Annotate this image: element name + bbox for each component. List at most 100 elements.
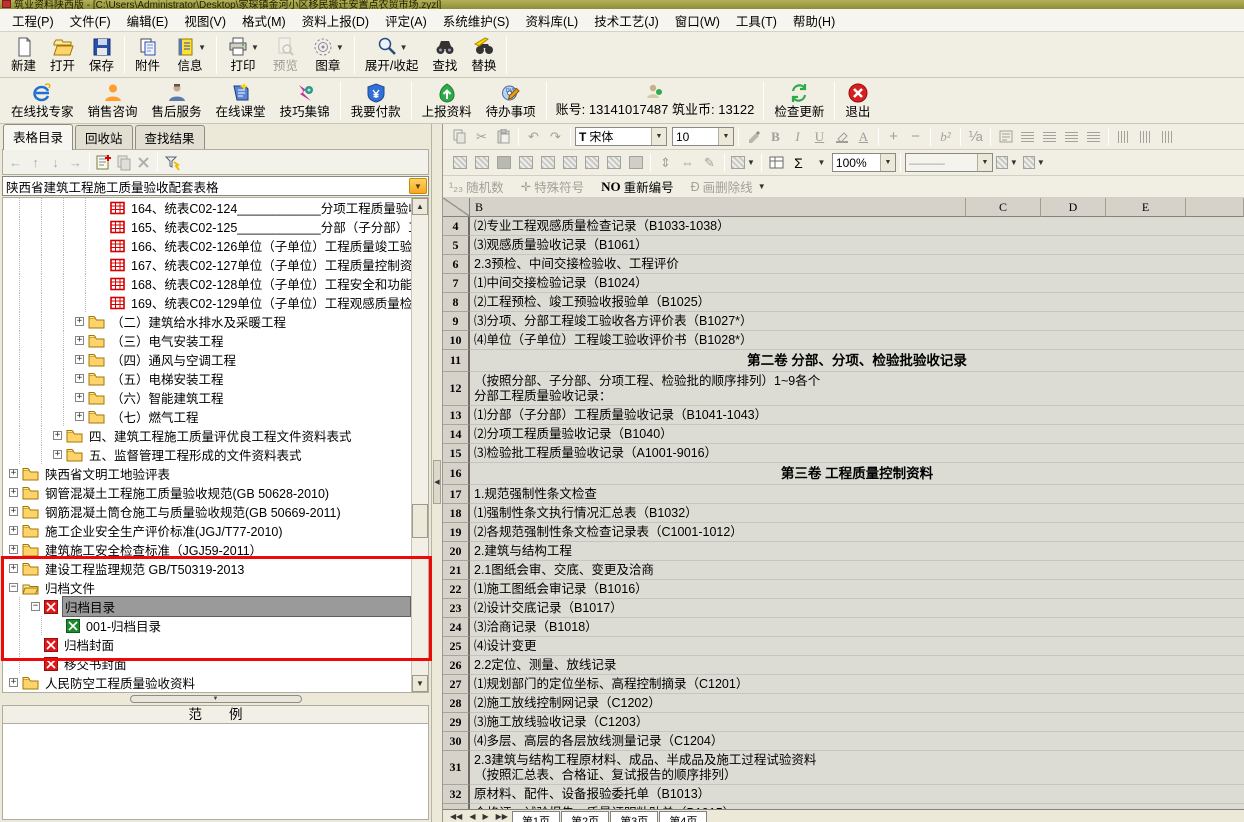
row-header[interactable]: 16 bbox=[443, 463, 470, 485]
column-header-B[interactable]: B bbox=[470, 198, 966, 217]
row-content-cell[interactable]: 原材料、配件、设备报验委托单（B1013） bbox=[470, 785, 1244, 804]
catalog-combo-dropdown-icon[interactable]: ▼ bbox=[409, 178, 427, 194]
row-content-cell[interactable]: 2.1图纸会审、交底、变更及洽商 bbox=[470, 561, 1244, 580]
tree-item[interactable]: +（五）电梯安装工程 bbox=[3, 369, 411, 388]
expand-plus-icon[interactable]: + bbox=[9, 678, 18, 687]
toolbar-button--0[interactable]: 新建 bbox=[4, 35, 43, 74]
menu-item-9[interactable]: 技术工艺(J) bbox=[586, 9, 667, 32]
delete-icon[interactable] bbox=[135, 154, 152, 171]
collapse-minus-icon[interactable]: − bbox=[9, 583, 18, 592]
row-content-cell[interactable]: ⑴中间交接检验记录（B1024） bbox=[470, 274, 1244, 293]
sheet-tab-2[interactable]: 第3页 bbox=[610, 811, 658, 822]
expand-plus-icon[interactable]: + bbox=[75, 355, 84, 364]
pane-splitter[interactable]: ▼ bbox=[0, 694, 431, 704]
menu-item-2[interactable]: 编辑(E) bbox=[119, 9, 177, 32]
border-color-icon[interactable]: ▼ bbox=[994, 153, 1020, 173]
row-content-cell[interactable]: ⑵工程预检、竣工预验收报验单（B1025） bbox=[470, 293, 1244, 312]
column-header-E[interactable]: E bbox=[1106, 198, 1186, 217]
column-header-D[interactable]: D bbox=[1041, 198, 1106, 217]
decrease-icon[interactable]: − bbox=[905, 127, 926, 147]
menu-item-6[interactable]: 评定(A) bbox=[377, 9, 435, 32]
tree-item[interactable]: 166、统表C02-126单位（子单位）工程质量竣工验收 bbox=[3, 236, 411, 255]
tree-item[interactable]: +陕西省文明工地验评表 bbox=[3, 464, 411, 483]
dropdown-arrow-icon[interactable]: ▼ bbox=[198, 43, 206, 52]
nav-up-icon[interactable]: ↑ bbox=[27, 155, 44, 170]
menu-item-1[interactable]: 文件(F) bbox=[62, 9, 119, 32]
row-content-cell[interactable]: ⑶检验批工程质量验收记录（A1001-9016） bbox=[470, 444, 1244, 463]
expand-plus-icon[interactable]: + bbox=[53, 431, 62, 440]
row-header[interactable]: 12 bbox=[443, 372, 470, 406]
align-justify-icon[interactable] bbox=[1083, 127, 1104, 147]
tree-item[interactable]: 归档封面 bbox=[3, 635, 411, 654]
tree-item-label[interactable]: 归档文件 bbox=[43, 578, 97, 597]
left-tab-1[interactable]: 回收站 bbox=[75, 125, 133, 149]
row-content-cell[interactable]: ⑴规划部门的定位坐标、高程控制摘录（C1201） bbox=[470, 675, 1244, 694]
collapse-left-icon[interactable]: ◀ bbox=[433, 460, 441, 504]
select-all-corner[interactable] bbox=[443, 198, 470, 217]
tree-item[interactable]: +（二）建筑给水排水及采暖工程 bbox=[3, 312, 411, 331]
row-content-cell[interactable]: ⑵各规范强制性条文检查记录表（C1001-1012） bbox=[470, 523, 1244, 542]
toolbar-button--3[interactable]: 在线课堂 bbox=[209, 81, 273, 120]
row-header[interactable]: 27 bbox=[443, 675, 470, 694]
menu-item-8[interactable]: 资料库(L) bbox=[517, 9, 586, 32]
tool-0[interactable]: ¹₂₃随机数 bbox=[449, 177, 504, 196]
copy-icon[interactable] bbox=[449, 127, 470, 147]
insert-col-icon[interactable] bbox=[559, 153, 580, 173]
sum-icon[interactable]: Σ bbox=[788, 153, 809, 173]
column-header-C[interactable]: C bbox=[966, 198, 1041, 217]
redo-icon[interactable]: ↷ bbox=[545, 127, 566, 147]
align-left-icon[interactable] bbox=[1017, 127, 1038, 147]
scroll-down-icon[interactable]: ▼ bbox=[412, 675, 428, 692]
row-content-cell[interactable]: ⑷单位（子单位）工程竣工验收评价书（B1028*） bbox=[470, 331, 1244, 350]
row-header[interactable]: 14 bbox=[443, 425, 470, 444]
dropdown-arrow-icon[interactable]: ▼ bbox=[336, 43, 344, 52]
link-icon[interactable]: ✎ bbox=[699, 153, 720, 173]
expand-plus-icon[interactable]: + bbox=[9, 488, 18, 497]
row-content-cell[interactable]: ⑴强制性条文执行情况汇总表（B1032） bbox=[470, 504, 1244, 523]
menu-item-4[interactable]: 格式(M) bbox=[234, 9, 294, 32]
form-props-icon[interactable] bbox=[995, 127, 1016, 147]
sheet-tab-3[interactable]: 第4页 bbox=[659, 811, 707, 822]
row-header[interactable]: 5 bbox=[443, 236, 470, 255]
row-header[interactable]: 21 bbox=[443, 561, 470, 580]
vertical-text-left-icon[interactable] bbox=[1113, 127, 1134, 147]
row-header[interactable]: 26 bbox=[443, 656, 470, 675]
tree-item-label[interactable]: 001-归档目录 bbox=[84, 616, 163, 635]
tree-item[interactable]: +四、建筑工程施工质量评优良工程文件资料表式 bbox=[3, 426, 411, 445]
tree-item-label[interactable]: 五、监督管理工程形成的文件资料表式 bbox=[87, 445, 304, 464]
tab-first-icon[interactable]: ◀◀ bbox=[447, 810, 465, 822]
scroll-up-icon[interactable]: ▲ bbox=[412, 198, 428, 215]
font-name-dropdown-icon[interactable]: ▼ bbox=[651, 128, 666, 145]
tree-item-label[interactable]: 建筑施工安全检查标准（JGJ59-2011） bbox=[43, 540, 264, 559]
row-header[interactable]: 25 bbox=[443, 637, 470, 656]
tree-item-label[interactable]: 168、统表C02-128单位（子单位）工程安全和功能检 bbox=[129, 274, 411, 293]
tab-next-icon[interactable]: ▶ bbox=[479, 810, 491, 822]
align-center-icon[interactable] bbox=[1039, 127, 1060, 147]
split-cells-icon[interactable] bbox=[515, 153, 536, 173]
tab-last-icon[interactable]: ▶▶ bbox=[493, 810, 511, 822]
row-header[interactable]: 28 bbox=[443, 694, 470, 713]
font-size-combo[interactable]: 10 ▼ bbox=[672, 127, 734, 146]
tree-item[interactable]: +（七）燃气工程 bbox=[3, 407, 411, 426]
font-color-icon[interactable]: A bbox=[853, 127, 874, 147]
expand-plus-icon[interactable]: + bbox=[75, 393, 84, 402]
fraction-icon[interactable]: ⅟a bbox=[965, 127, 986, 147]
toolbar-button--8[interactable]: 上报资料 bbox=[415, 81, 479, 120]
tree-item[interactable]: 移交书封面 bbox=[3, 654, 411, 673]
tree-item[interactable]: +（四）通风与空调工程 bbox=[3, 350, 411, 369]
table-icon[interactable] bbox=[766, 153, 787, 173]
tree-item-label[interactable]: （三）电气安装工程 bbox=[109, 331, 226, 350]
menu-item-10[interactable]: 窗口(W) bbox=[667, 9, 728, 32]
nav-down-icon[interactable]: ↓ bbox=[47, 155, 64, 170]
toolbar-button--1[interactable]: 打开 bbox=[43, 35, 82, 74]
row-content-cell[interactable]: ⑶观感质量验收记录（B1061） bbox=[470, 236, 1244, 255]
menu-item-5[interactable]: 资料上报(D) bbox=[294, 9, 377, 32]
tree-item-label[interactable]: 169、统表C02-129单位（子单位）工程观感质量检查 bbox=[129, 293, 411, 312]
sheet-tab-0[interactable]: 第1页 bbox=[512, 811, 560, 822]
row-header[interactable]: 13 bbox=[443, 406, 470, 425]
row-header[interactable]: 19 bbox=[443, 523, 470, 542]
row-header[interactable]: 15 bbox=[443, 444, 470, 463]
add-form-icon[interactable] bbox=[95, 154, 112, 171]
row-header[interactable]: 17 bbox=[443, 485, 470, 504]
underline-icon[interactable]: U bbox=[809, 127, 830, 147]
